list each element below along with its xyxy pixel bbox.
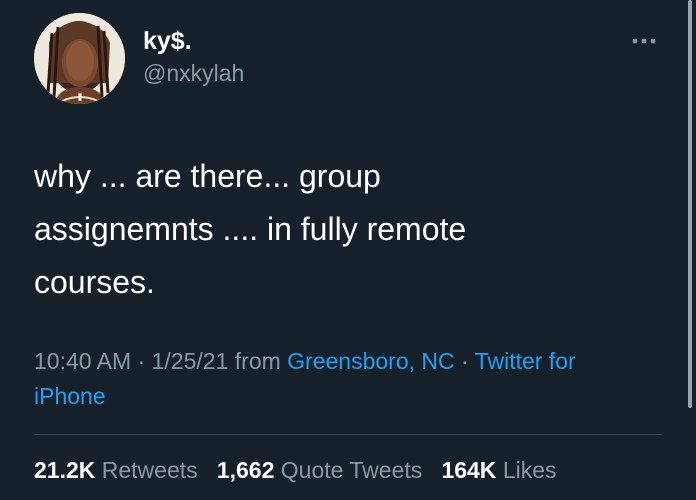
likes-stat[interactable]: 164K Likes <box>441 457 556 483</box>
tweet-date[interactable]: 1/25/21 <box>152 348 229 374</box>
retweets-label: Retweets <box>101 457 198 483</box>
retweets-count: 21.2K <box>34 457 96 483</box>
meta-separator: · <box>461 348 469 374</box>
more-options-button[interactable] <box>626 30 662 52</box>
likes-count: 164K <box>441 457 497 483</box>
location-link[interactable]: Greensboro, NC <box>287 348 454 374</box>
tweet-meta: 10:40 AM · 1/25/21 from Greensboro, NC ·… <box>34 344 644 414</box>
meta-separator: · <box>137 348 146 374</box>
avatar-image <box>34 13 125 104</box>
scrollbar[interactable] <box>688 0 692 408</box>
quote-tweets-label: Quote Tweets <box>280 457 423 483</box>
quote-tweets-count: 1,662 <box>216 457 275 483</box>
engagement-stats: 21.2K Retweets 1,662 Quote Tweets 164K L… <box>34 455 557 485</box>
quote-tweets-stat[interactable]: 1,662 Quote Tweets <box>217 457 422 483</box>
tweet-time: 10:40 AM <box>34 348 132 374</box>
tweet-card: ky$. @nxkylah why ... are there... group… <box>0 0 696 500</box>
tweet-text: why ... are there... group assignemnts .… <box>34 158 467 300</box>
divider <box>34 434 662 435</box>
avatar[interactable] <box>34 13 125 104</box>
likes-label: Likes <box>502 457 557 483</box>
retweets-stat[interactable]: 21.2K Retweets <box>34 457 198 483</box>
from-label: from <box>234 348 281 374</box>
more-dots-icon <box>632 38 656 44</box>
user-handle[interactable]: @nxkylah <box>143 59 244 87</box>
display-name[interactable]: ky$. <box>143 26 192 56</box>
timestamp-link[interactable]: 10:40 AM <box>34 348 131 374</box>
